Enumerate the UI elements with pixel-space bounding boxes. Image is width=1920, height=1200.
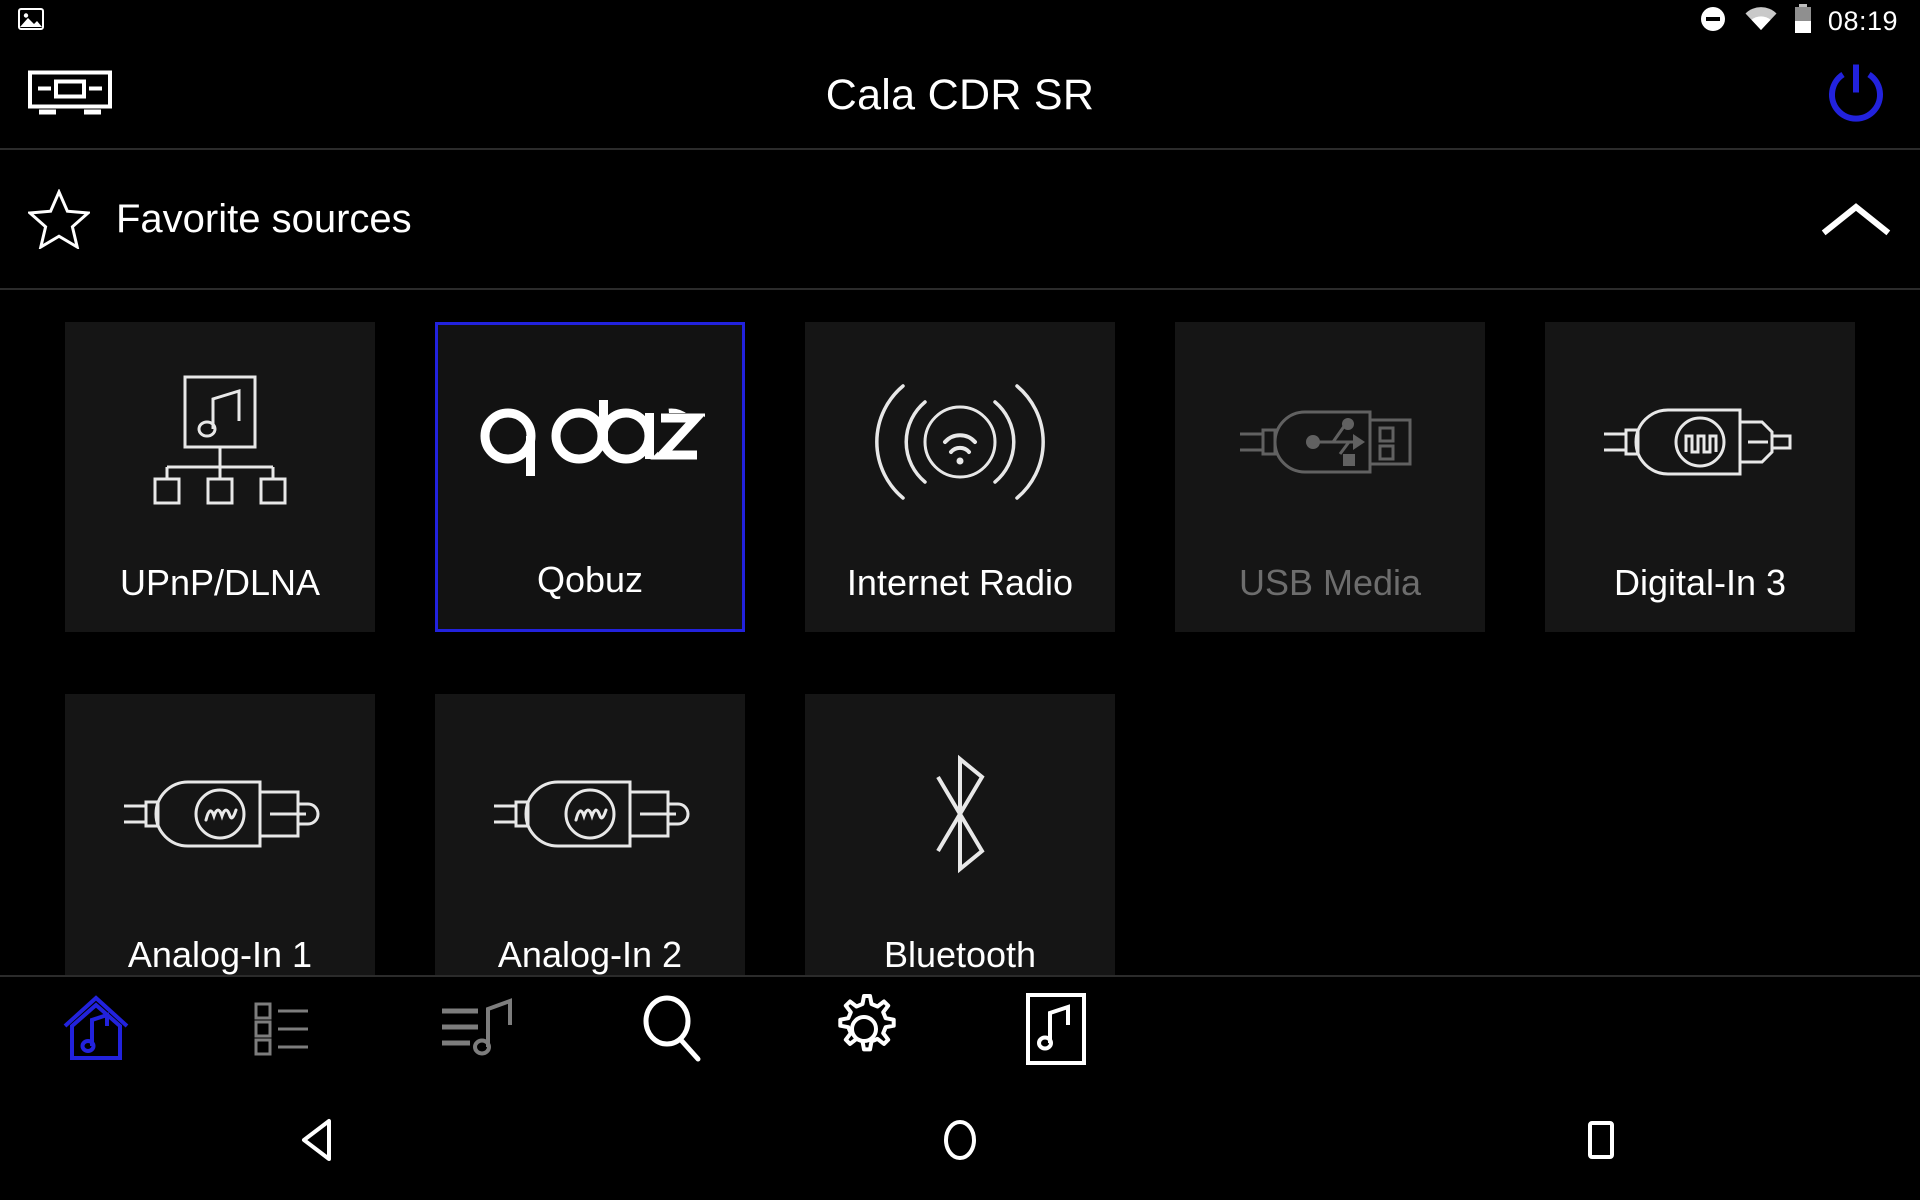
source-tile-internet-radio[interactable]: Internet Radio [805,322,1115,632]
qobuz-logo [438,325,742,559]
tile-label: USB Media [1238,562,1422,603]
source-tile-usb-media[interactable]: USB Media [1175,322,1485,632]
source-tile-upnp-dlna[interactable]: UPnP/DLNA [65,322,375,632]
page-title: Cala CDR SR [825,70,1095,119]
screenshot-icon [18,6,44,37]
rca-sine-wave-icon [435,694,745,934]
search-icon [636,993,708,1070]
sources-grid: UPnP/DLNA Qobuz Internet Radio USB Media… [0,292,1920,975]
battery-icon [1794,3,1812,39]
home-circle-icon [936,1114,984,1171]
recents-square-icon [1578,1115,1622,1170]
now-playing-icon [1022,991,1090,1072]
wifi-icon [1744,6,1778,37]
tile-label: Digital-In 3 [1613,562,1787,603]
source-tile-analog-in-1[interactable]: Analog-In 1 [65,694,375,975]
chevron-up-icon[interactable] [1820,197,1892,241]
android-recents-button[interactable] [1500,1115,1700,1170]
nav-now-playing[interactable] [960,977,1152,1085]
back-triangle-icon [297,1115,343,1170]
rca-square-wave-icon [1545,322,1855,562]
favorite-sources-header[interactable]: Favorite sources [0,150,1920,290]
radio-waves-icon [805,322,1115,562]
bottom-navigation [0,975,1920,1085]
list-icon [252,998,324,1065]
source-tile-analog-in-2[interactable]: Analog-In 2 [435,694,745,975]
nav-search[interactable] [576,977,768,1085]
usb-plug-icon [1175,322,1485,562]
tile-label: Analog-In 2 [497,934,683,975]
status-time: 08:19 [1827,5,1898,36]
tile-label: UPnP/DLNA [119,562,321,603]
playlist-icon [440,995,520,1068]
section-title: Favorite sources [116,196,412,241]
star-outline-icon [28,189,90,249]
app-root: 08:19 Cala CDR SR Favorite sources UPnP/… [0,0,1920,1200]
android-back-button[interactable] [220,1115,420,1170]
tile-label: Bluetooth [883,934,1037,975]
android-navigation-bar [0,1085,1920,1200]
sources-grid-scroll[interactable]: UPnP/DLNA Qobuz Internet Radio USB Media… [0,292,1920,975]
tile-label: Internet Radio [846,562,1074,603]
nav-home[interactable] [0,977,192,1085]
title-bar: Cala CDR SR [0,42,1920,150]
do-not-disturb-icon [1698,4,1728,39]
gear-icon [827,992,901,1071]
upnp-network-music-icon [65,322,375,562]
status-bar: 08:19 [0,0,1920,42]
nav-queue[interactable] [384,977,576,1085]
tile-label: Qobuz [536,559,644,600]
power-icon[interactable] [1820,57,1892,134]
nav-browse[interactable] [192,977,384,1085]
nav-settings[interactable] [768,977,960,1085]
home-music-icon [57,990,135,1073]
source-tile-digital-in-3[interactable]: Digital-In 3 [1545,322,1855,632]
source-tile-bluetooth[interactable]: Bluetooth [805,694,1115,975]
rca-sine-wave-icon [65,694,375,934]
hifi-device-icon[interactable] [28,65,112,126]
source-tile-qobuz[interactable]: Qobuz [435,322,745,632]
tile-label: Analog-In 1 [127,934,313,975]
bluetooth-icon [805,694,1115,934]
android-home-button[interactable] [860,1114,1060,1171]
